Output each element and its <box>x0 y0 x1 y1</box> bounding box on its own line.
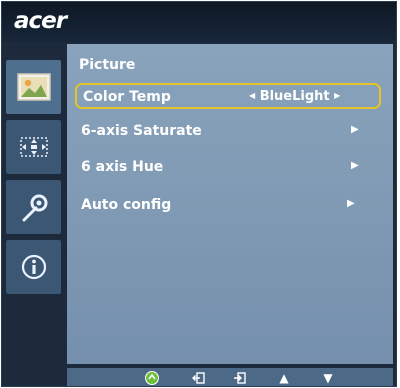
menu-item-auto-config[interactable]: Auto config ▶ <box>75 193 381 219</box>
picture-menu-panel: Picture Color Temp ◀ BlueLight ▶ 6-axis … <box>67 44 393 364</box>
chevron-right-icon: ▶ <box>347 198 355 209</box>
down-arrow-icon[interactable]: ▼ <box>319 370 337 386</box>
wrench-gear-icon <box>22 194 47 222</box>
color-temp-value-text: BlueLight <box>259 89 330 104</box>
sidebar-item-information[interactable] <box>6 240 61 294</box>
left-arrow-icon[interactable]: ◀ <box>249 91 255 100</box>
picture-icon <box>16 73 51 101</box>
osd-header: acer <box>2 2 396 42</box>
menu-item-6-axis-saturate[interactable]: 6-axis Saturate ▶ <box>75 119 381 145</box>
color-temp-label: Color Temp <box>83 89 171 105</box>
6-axis-saturate-label: 6-axis Saturate <box>81 123 202 139</box>
up-arrow-icon[interactable]: ▲ <box>275 370 293 386</box>
osd-window: acer Picture Color Temp ◀ BlueLight ▶ 6-… <box>1 1 397 387</box>
sidebar-item-position[interactable] <box>6 120 61 174</box>
exit-icon[interactable] <box>190 370 208 386</box>
osd-sidebar <box>2 42 67 364</box>
sidebar-item-picture[interactable] <box>6 60 61 114</box>
chevron-right-icon: ▶ <box>351 124 359 135</box>
menu-item-color-temp[interactable]: Color Temp ◀ BlueLight ▶ <box>75 83 381 109</box>
acer-logo: acer <box>14 8 67 34</box>
auto-config-label: Auto config <box>81 197 172 213</box>
osd-position-icon <box>19 137 48 157</box>
color-temp-value[interactable]: ◀ BlueLight ▶ <box>249 89 340 104</box>
osd-bottom-bar: ▲ ▼ <box>67 368 393 386</box>
right-arrow-icon[interactable]: ▶ <box>334 91 340 100</box>
6-axis-hue-label: 6 axis Hue <box>81 159 164 175</box>
chevron-right-icon: ▶ <box>351 160 359 171</box>
menu-section-title: Picture <box>79 57 136 73</box>
sidebar-item-settings[interactable] <box>6 180 61 234</box>
auto-icon[interactable] <box>143 370 161 386</box>
info-icon <box>21 254 46 280</box>
menu-item-6-axis-hue[interactable]: 6 axis Hue ▶ <box>75 155 381 181</box>
enter-icon[interactable] <box>231 370 249 386</box>
